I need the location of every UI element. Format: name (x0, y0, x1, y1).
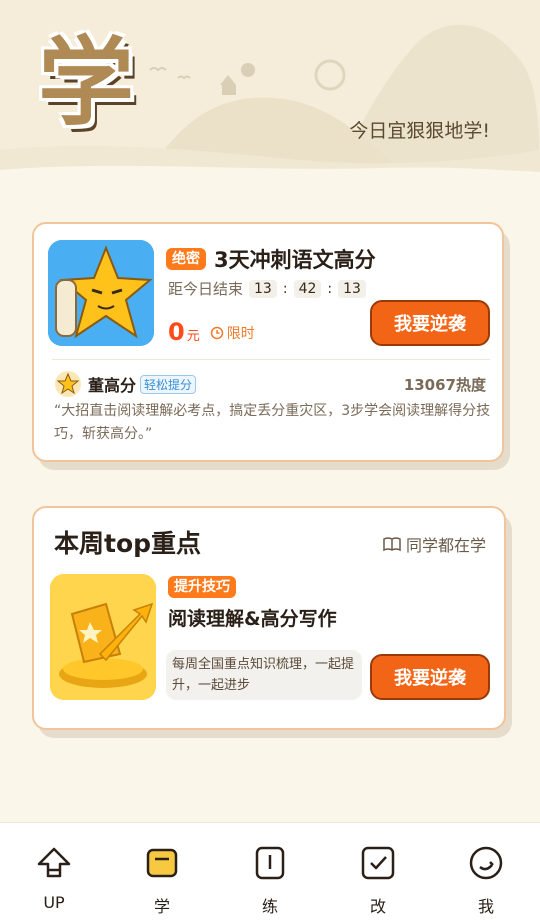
check-icon (361, 846, 395, 880)
nav-label-study: 学 (153, 897, 170, 916)
nav-item-practice[interactable]: 练 (216, 823, 324, 924)
countdown-label: 距今日结束 (168, 280, 244, 298)
page-header: 学 今日宜狠狠地学! (0, 0, 540, 190)
countdown-minutes: 42 (293, 279, 322, 298)
secret-tag: 绝密 (166, 248, 206, 270)
comeback-button[interactable]: 我要逆袭 (370, 654, 490, 700)
book-icon (146, 848, 178, 878)
nav-item-me[interactable]: 我 (432, 823, 540, 924)
course-description: 每周全国重点知识梳理，一起提升，一起进步 (166, 650, 362, 700)
weekly-top-card[interactable]: 本周top重点 同学都在学 提升技巧 阅读理解&高分写作 每周全国重点知识梳理，… (32, 506, 506, 730)
classmates-learning-link[interactable]: 同学都在学 (382, 532, 486, 556)
featured-course-card[interactable]: 绝密 3天冲刺语文高分 距今日结束 13 : 42 : 13 0 元 限时 我要… (32, 222, 504, 462)
nav-item-up[interactable]: UP (0, 823, 108, 924)
clock-icon (210, 326, 223, 340)
course-quote: “大招直击阅读理解必考点，搞定丢分重灾区，3步学会阅读理解得分技巧，斩获高分。” (54, 403, 491, 442)
author-name: 董高分 (88, 376, 137, 395)
up-arrow-icon (37, 847, 71, 878)
limited-time-label: 限时 (210, 323, 255, 343)
price-row: 0 元 限时 (168, 318, 255, 346)
price-unit: 元 (186, 329, 200, 344)
countdown-seconds: 13 (338, 279, 366, 298)
nav-label-me: 我 (477, 897, 494, 916)
author-badge: 轻松提分 (140, 374, 197, 394)
open-book-icon (383, 537, 401, 552)
skill-tag: 提升技巧 (168, 576, 236, 598)
course-title: 3天冲刺语文高分 (214, 248, 376, 272)
bottom-nav: UP 学 练 改 我 (0, 822, 540, 924)
page-hero-character: 学 (38, 27, 134, 139)
header-slogan: 今日宜狠狠地学! (349, 120, 490, 142)
practice-icon (255, 846, 285, 880)
star-mascot-thumbnail (48, 240, 154, 346)
card-divider (52, 359, 490, 360)
countdown-timer: 距今日结束 13 : 42 : 13 (168, 278, 366, 299)
star-mascot-icon (48, 240, 154, 346)
nav-label-correct: 改 (369, 897, 386, 916)
author-row: 董高分 轻松提分 13067热度 (54, 370, 486, 398)
countdown-hours: 13 (249, 279, 277, 298)
profile-icon (469, 846, 503, 880)
trophy-book-thumbnail (50, 574, 156, 700)
comeback-button[interactable]: 我要逆袭 (370, 300, 490, 346)
course-title: 阅读理解&高分写作 (168, 608, 337, 630)
price-value: 0 (168, 318, 185, 346)
golden-book-icon (50, 574, 156, 700)
nav-item-study[interactable]: 学 (108, 823, 216, 924)
nav-item-correct[interactable]: 改 (324, 823, 432, 924)
section-title: 本周top重点 (54, 529, 202, 558)
heat-count: 13067热度 (403, 375, 486, 394)
nav-label-practice: 练 (261, 897, 278, 916)
author-avatar-icon (55, 371, 81, 397)
nav-label-up: UP (43, 893, 65, 912)
